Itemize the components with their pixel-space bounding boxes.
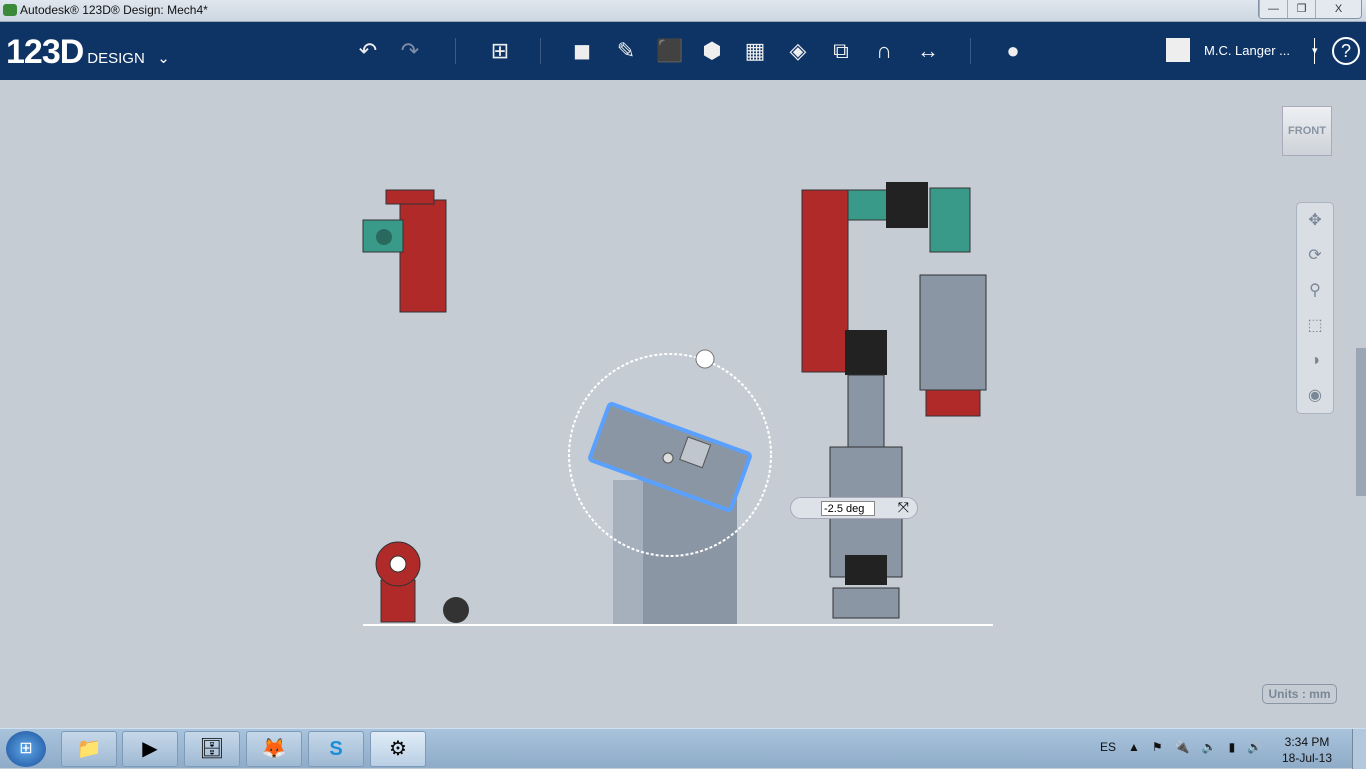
logo-sub: DESIGN [87, 50, 145, 67]
help-button[interactable]: ? [1332, 37, 1360, 65]
sketch-icon: ✎ [616, 38, 636, 63]
taskbar-media-player[interactable]: ▶ [122, 731, 178, 767]
avatar [1166, 38, 1190, 62]
language-indicator[interactable]: ES [1100, 740, 1116, 754]
pan-icon[interactable]: ✥ [1297, 203, 1333, 238]
tool-primitives[interactable]: ◼ [566, 36, 598, 66]
restore-button[interactable]: ❐ [1287, 0, 1315, 18]
robot-arm-part [801, 182, 987, 619]
main-toolbar: 123D DESIGN ⌄ ↶ ↷ ⊞ ◼ ✎ ⬛ ⬢ ▦ ◈ ⧉ ∩ ↔ ● M… [0, 22, 1366, 80]
side-panel-tab[interactable] [1356, 348, 1366, 496]
window-title: Autodesk® 123D® Design: Mech4* [20, 3, 208, 17]
units-button[interactable]: Units : mm [1262, 684, 1337, 704]
close-button[interactable]: X [1315, 0, 1361, 18]
tool-grouping[interactable]: ◈ [782, 36, 814, 66]
network-icon[interactable]: ▮ [1229, 740, 1236, 754]
speaker-muted-icon[interactable]: 🔈 [1202, 740, 1217, 754]
3d-viewport[interactable]: ⤧ [0, 80, 1366, 728]
visual-style-icon[interactable]: ◑ [1297, 343, 1333, 378]
show-desktop-button[interactable] [1352, 729, 1366, 769]
logo: 123D [6, 33, 84, 71]
taskbar: ⊞ 📁 ▶ 🗄 🦊 S ⚙ ES ▲ ⚑ 🔌 🔈 ▮ 🔊 3:34 PM 18-… [0, 728, 1366, 769]
snap-icon: ∩ [876, 38, 892, 63]
undo-button[interactable]: ↶ [352, 36, 384, 66]
system-tray: ES ▲ ⚑ 🔌 🔈 ▮ 🔊 [1100, 740, 1262, 754]
construct-icon: ⬛ [656, 38, 684, 63]
start-button[interactable]: ⊞ [6, 731, 46, 767]
clock[interactable]: 3:34 PM 18-Jul-13 [1282, 734, 1332, 766]
show-hidden-icon[interactable]: ▲ [1128, 740, 1140, 754]
user-menu[interactable]: M.C. Langer ... ▾ [1166, 38, 1318, 62]
app-menu-button[interactable]: 123D DESIGN ⌄ [6, 33, 170, 72]
angle-input[interactable] [821, 501, 875, 516]
taskbar-123d[interactable]: ⚙ [370, 731, 426, 767]
fit-icon[interactable]: ⬚ [1297, 308, 1333, 343]
scene[interactable] [0, 80, 1366, 728]
tool-snap[interactable]: ∩ [868, 36, 900, 66]
eye-icon[interactable]: ◉ [1297, 378, 1333, 413]
red-bracket-part [362, 189, 447, 313]
tool-pattern[interactable]: ▦ [739, 36, 771, 66]
chevron-down-icon: ⌄ [157, 50, 170, 67]
taskbar-archive[interactable]: 🗄 [184, 731, 240, 767]
minimize-button[interactable]: — [1259, 0, 1287, 18]
tool-sketch[interactable]: ✎ [610, 36, 642, 66]
app-icon [3, 4, 17, 16]
combine-icon: ⧉ [833, 38, 849, 63]
title-bar: Autodesk® 123D® Design: Mech4* — ❐ X [0, 0, 1366, 22]
tool-measure[interactable]: ↔ [912, 36, 944, 66]
angle-input-box: ⤧ [790, 497, 918, 519]
clock-date: 18-Jul-13 [1282, 751, 1333, 765]
pattern-icon: ▦ [744, 38, 766, 63]
navigation-bar: ✥ ⟳ ⚲ ⬚ ◑ ◉ [1296, 202, 1334, 414]
orbit-icon[interactable]: ⟳ [1297, 238, 1333, 273]
taskbar-firefox[interactable]: 🦊 [246, 731, 302, 767]
tool-material[interactable]: ● [997, 36, 1029, 66]
action-center-icon[interactable]: ⚑ [1152, 740, 1163, 754]
user-name: M.C. Langer ... [1204, 42, 1290, 58]
viewcube[interactable]: FRONT [1282, 106, 1332, 156]
tool-transform[interactable]: ⊞ [484, 36, 516, 66]
gizmo-handle [695, 349, 715, 369]
tool-combine[interactable]: ⧉ [825, 36, 857, 66]
taskbar-skype[interactable]: S [308, 731, 364, 767]
transform-icon: ⊞ [490, 38, 510, 63]
volume-icon[interactable]: 🔊 [1247, 740, 1262, 754]
material-icon: ● [1006, 38, 1020, 63]
clock-time: 3:34 PM [1284, 735, 1330, 749]
modify-icon: ⬢ [702, 38, 722, 63]
grouping-icon: ◈ [789, 38, 807, 63]
primitives-icon: ◼ [572, 38, 592, 63]
power-icon[interactable]: 🔌 [1175, 740, 1190, 754]
taskbar-explorer[interactable]: 📁 [61, 731, 117, 767]
measure-icon: ↔ [917, 38, 939, 63]
redo-button[interactable]: ↷ [394, 36, 426, 66]
small-robot-part [375, 541, 469, 623]
snap-angle-icon[interactable]: ⤧ [898, 499, 909, 516]
tool-modify[interactable]: ⬢ [696, 36, 728, 66]
tool-construct[interactable]: ⬛ [654, 36, 686, 66]
zoom-icon[interactable]: ⚲ [1297, 273, 1333, 308]
